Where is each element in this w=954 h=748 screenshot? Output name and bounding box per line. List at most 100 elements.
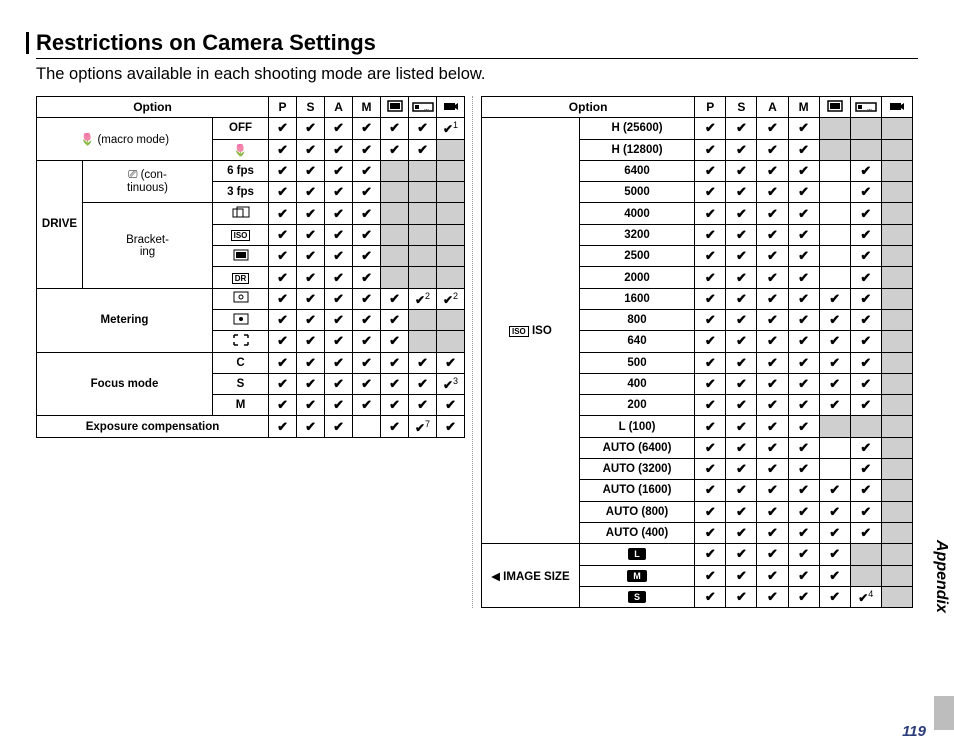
cell-check — [850, 395, 881, 416]
cell-check — [381, 309, 409, 330]
cell-check — [695, 459, 726, 480]
mode-col: S — [297, 97, 325, 118]
cell-check — [353, 246, 381, 267]
row-label — [213, 288, 269, 309]
cell-check — [850, 459, 881, 480]
cell-check — [269, 118, 297, 139]
cell-check — [788, 416, 819, 437]
cell-check — [757, 203, 788, 224]
row-label: S — [579, 586, 695, 607]
cell-check — [353, 373, 381, 394]
cell-check — [297, 309, 325, 330]
cell-check — [788, 480, 819, 501]
cell-na — [881, 565, 912, 586]
row-label: 500 — [579, 352, 695, 373]
row-label: M — [213, 395, 269, 416]
cell-check — [819, 309, 850, 330]
cell-check — [269, 373, 297, 394]
cell-na — [881, 203, 912, 224]
mode-col: S — [726, 97, 757, 118]
cell-check — [437, 416, 465, 437]
row-label: 800 — [579, 309, 695, 330]
cell-check — [788, 246, 819, 267]
cell-check — [757, 373, 788, 394]
cell-na — [381, 267, 409, 288]
cell-check — [819, 331, 850, 352]
cell-na — [881, 586, 912, 607]
cell-na — [881, 416, 912, 437]
cell-empty — [353, 416, 381, 437]
cell-check — [850, 501, 881, 522]
cell-check — [757, 352, 788, 373]
cell-na — [819, 139, 850, 160]
cell-na — [881, 288, 912, 309]
cell-check — [757, 565, 788, 586]
cell-check — [381, 352, 409, 373]
cell-empty — [819, 203, 850, 224]
cell-check — [726, 246, 757, 267]
intro-text: The options available in each shooting m… — [36, 65, 918, 84]
cell-na — [409, 182, 437, 203]
cell-check — [325, 182, 353, 203]
cell-empty — [819, 437, 850, 458]
cell-check — [437, 395, 465, 416]
size-icon: ◀ — [491, 571, 500, 583]
cell-check: ✔7 — [409, 416, 437, 437]
row-label — [213, 246, 269, 267]
heading: Restrictions on Camera Settings — [36, 30, 918, 59]
cell-na — [881, 331, 912, 352]
row-label: 4000 — [579, 203, 695, 224]
cell-check — [788, 118, 819, 139]
row-label: H (25600) — [579, 118, 695, 139]
row-label: S — [213, 373, 269, 394]
cell-check — [788, 139, 819, 160]
cell-check — [819, 565, 850, 586]
cell-check — [381, 416, 409, 437]
cell-na — [437, 182, 465, 203]
cell-check — [297, 416, 325, 437]
subgroup: Bracket-ing — [83, 203, 213, 288]
mode-col: A — [325, 97, 353, 118]
cell-na — [381, 182, 409, 203]
cell-check — [695, 501, 726, 522]
cell-check — [353, 309, 381, 330]
table-left: OptionPSAM…🌷 (macro mode)OFF✔1🌷DRIVE⎚ (c… — [36, 96, 465, 438]
cell-check — [757, 416, 788, 437]
cell-check — [757, 224, 788, 245]
cell-check — [757, 246, 788, 267]
cell-check — [695, 480, 726, 501]
row-label: M — [579, 565, 695, 586]
cell-check — [269, 224, 297, 245]
group-ISO: ISO ISO — [482, 118, 580, 544]
cell-check — [381, 288, 409, 309]
mode-col-icon — [819, 97, 850, 118]
cell-na — [881, 459, 912, 480]
mode-col-icon — [381, 97, 409, 118]
cell-na — [850, 565, 881, 586]
cell-check — [353, 352, 381, 373]
flower-icon: 🌷 — [80, 134, 94, 146]
cell-check — [850, 480, 881, 501]
cell-check — [297, 224, 325, 245]
cell-check — [353, 118, 381, 139]
cell-check — [353, 395, 381, 416]
cell-check: ✔1 — [437, 118, 465, 139]
cell-check — [297, 182, 325, 203]
group-drive: DRIVE — [37, 160, 83, 288]
mode-col: P — [695, 97, 726, 118]
cell-check — [850, 246, 881, 267]
cell-check — [409, 373, 437, 394]
cell-check: ✔2 — [437, 288, 465, 309]
cell-check — [695, 203, 726, 224]
cell-check — [819, 480, 850, 501]
cell-check — [788, 395, 819, 416]
cell-check — [757, 139, 788, 160]
cell-na — [850, 416, 881, 437]
cell-check — [757, 522, 788, 543]
cell-check — [850, 522, 881, 543]
cell-na — [881, 352, 912, 373]
cell-check — [819, 586, 850, 607]
cell-check — [757, 395, 788, 416]
cell-na — [850, 118, 881, 139]
cell-na — [850, 544, 881, 565]
